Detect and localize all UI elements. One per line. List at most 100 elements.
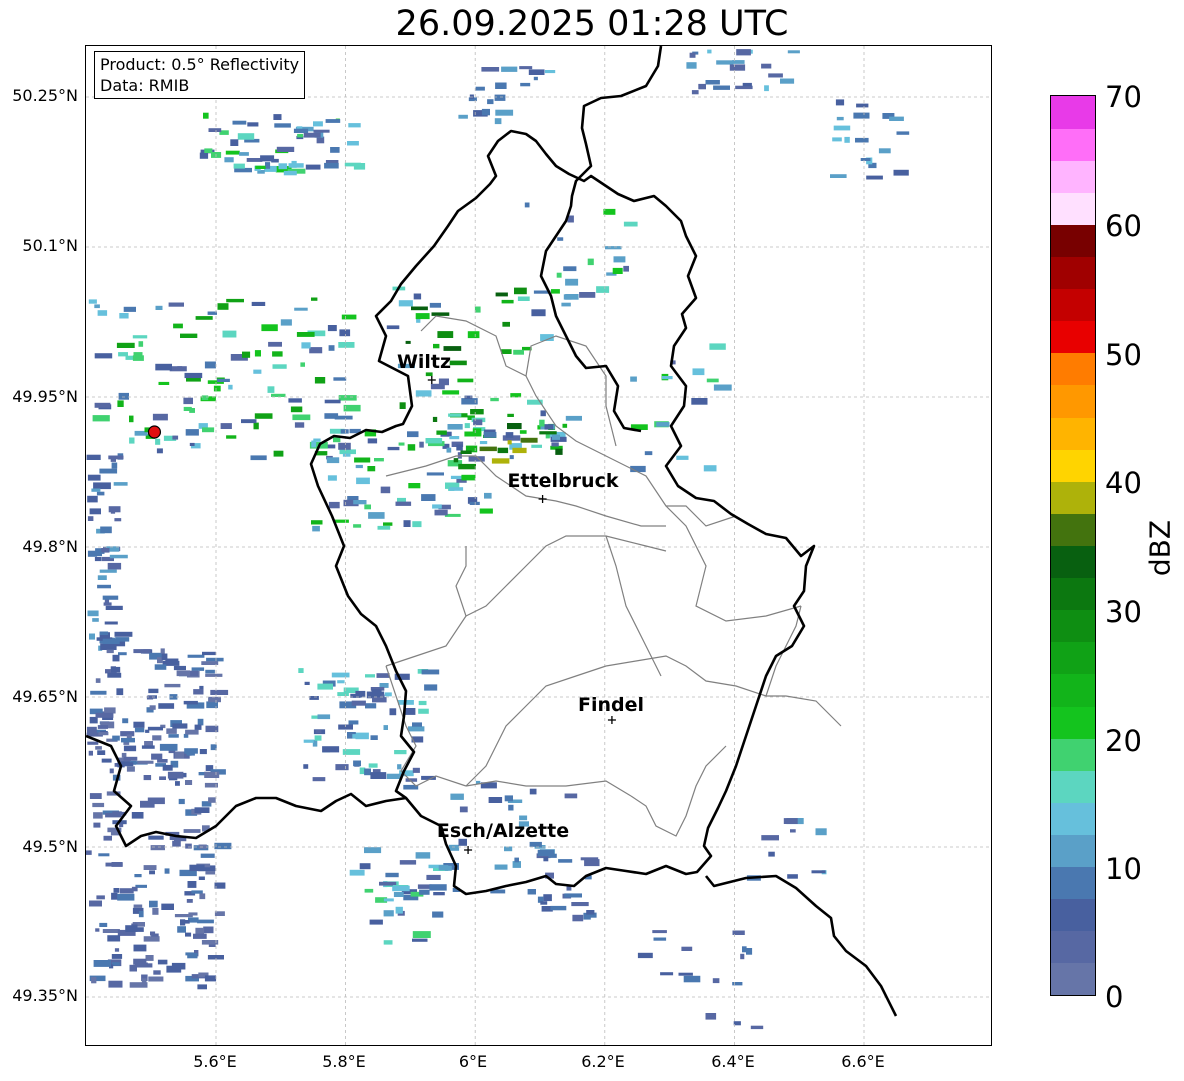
- radar-echo: [324, 162, 339, 169]
- radar-echo: [150, 845, 165, 851]
- radar-echo: [596, 286, 610, 293]
- radar-echo: [348, 123, 361, 128]
- lat-label: 49.8°N: [22, 537, 78, 556]
- radar-echo: [328, 501, 340, 509]
- radar-echo: [106, 649, 114, 654]
- radar-map[interactable]: [85, 45, 992, 1046]
- radar-echo: [338, 342, 355, 348]
- radar-echo: [86, 850, 92, 855]
- radar-echo: [412, 722, 422, 727]
- radar-echo: [138, 341, 144, 347]
- radar-echo: [232, 120, 247, 125]
- radar-echo: [118, 392, 129, 400]
- lat-label: 49.65°N: [12, 687, 78, 706]
- radar-echo: [333, 377, 347, 381]
- radar-echo: [311, 520, 323, 525]
- radar-echo: [354, 457, 371, 463]
- radar-echo: [205, 871, 216, 875]
- radar-echo: [193, 933, 207, 939]
- radar-echo: [137, 760, 154, 764]
- radar-echo: [544, 424, 554, 430]
- radar-echo: [157, 759, 168, 763]
- radar-echo: [94, 402, 111, 408]
- district-boundary: [605, 535, 662, 677]
- colorbar-segment: [1051, 513, 1095, 546]
- radar-echo: [324, 413, 339, 419]
- radar-echo: [705, 1013, 717, 1020]
- radar-echo: [168, 774, 177, 779]
- radar-echo: [208, 128, 222, 132]
- radar-echo: [110, 666, 121, 673]
- radar-echo: [186, 899, 193, 903]
- radar-echo: [856, 103, 869, 108]
- radar-echo: [187, 654, 205, 658]
- radar-echo: [703, 465, 717, 472]
- radar-echo: [247, 122, 259, 127]
- radar-echo: [87, 516, 94, 521]
- radar-echo: [544, 70, 556, 74]
- radar-echo: [551, 289, 560, 294]
- radar-echo: [177, 926, 186, 933]
- radar-echo: [505, 432, 514, 438]
- colorbar-segment: [1051, 706, 1095, 739]
- radar-echo: [313, 129, 330, 133]
- radar-echo: [206, 657, 224, 662]
- radar-echo: [729, 64, 746, 71]
- radar-echo: [86, 454, 101, 460]
- radar-echo: [750, 1025, 764, 1030]
- district-boundary: [665, 505, 802, 622]
- radar-echo: [339, 329, 351, 337]
- radar-echo: [425, 438, 443, 444]
- radar-site-marker: [147, 425, 162, 439]
- radar-echo: [495, 109, 514, 116]
- radar-echo: [185, 843, 192, 849]
- radar-echo: [109, 768, 114, 774]
- radar-echo: [464, 431, 482, 437]
- radar-echo: [273, 450, 284, 457]
- radar-echo: [185, 729, 199, 735]
- radar-echo: [96, 491, 105, 496]
- radar-echo: [433, 892, 445, 896]
- radar-echo: [199, 893, 206, 900]
- radar-echo: [860, 158, 871, 161]
- radar-echo: [377, 525, 391, 530]
- radar-echo: [389, 708, 397, 716]
- radar-echo: [317, 714, 331, 720]
- radar-echo: [844, 136, 850, 143]
- radar-echo: [383, 725, 388, 730]
- city-label-ettelbruck: Ettelbruck: [507, 470, 619, 492]
- radar-echo: [531, 309, 546, 317]
- radar-echo: [164, 868, 170, 874]
- radar-echo: [540, 410, 546, 417]
- radar-echo: [438, 378, 449, 386]
- radar-echo: [261, 324, 278, 332]
- radar-echo: [529, 841, 542, 847]
- radar-echo: [543, 856, 549, 862]
- radar-echo: [393, 892, 404, 897]
- radar-echo: [412, 938, 428, 942]
- radar-echo: [225, 150, 240, 155]
- radar-echo: [205, 669, 215, 674]
- radar-echo: [359, 863, 371, 870]
- radar-echo: [787, 50, 800, 54]
- radar-echo: [309, 347, 323, 354]
- radar-echo: [355, 464, 363, 469]
- radar-echo: [353, 760, 361, 767]
- radar-echo: [119, 823, 124, 828]
- radar-echo: [487, 99, 494, 105]
- radar-echo: [162, 764, 173, 771]
- radar-echo: [296, 332, 315, 337]
- radar-echo: [367, 466, 376, 472]
- radar-echo: [502, 321, 510, 327]
- radar-echo: [732, 982, 743, 986]
- radar-echo: [313, 121, 323, 127]
- radar-echo: [133, 649, 151, 654]
- radar-echo: [429, 302, 441, 308]
- radar-echo: [514, 287, 527, 295]
- radar-echo: [176, 670, 191, 677]
- radar-echo: [736, 49, 751, 56]
- radar-echo: [265, 162, 271, 169]
- colorbar-segment: [1051, 96, 1095, 129]
- radar-echo: [450, 793, 464, 800]
- colorbar-segment: [1051, 738, 1095, 771]
